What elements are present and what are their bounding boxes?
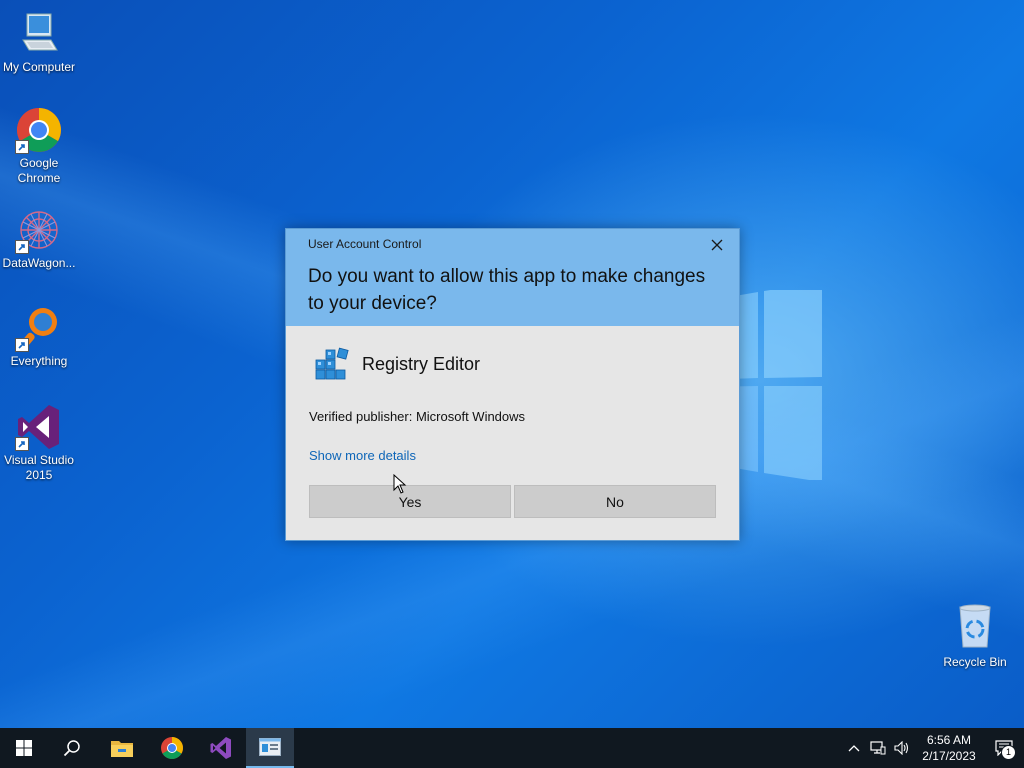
recycle-bin-icon: [951, 603, 999, 651]
no-button[interactable]: No: [514, 485, 716, 518]
uac-question: Do you want to allow this app to make ch…: [308, 266, 706, 314]
network-button[interactable]: [866, 728, 890, 768]
visual-studio-icon: [15, 403, 63, 451]
chrome-icon: [161, 737, 183, 759]
desktop-icon-everything[interactable]: Everything: [0, 304, 78, 369]
desktop-icon-my-computer[interactable]: My Computer: [0, 10, 78, 75]
search-button[interactable]: [48, 728, 96, 768]
desktop-icon-recycle-bin[interactable]: Recycle Bin: [940, 603, 1010, 669]
desktop-icon-label: Visual Studio 2015: [4, 453, 74, 482]
datawagon-icon: [15, 206, 63, 254]
clock-date: 2/17/2023: [922, 749, 976, 763]
everything-search-icon: [15, 304, 63, 352]
desktop-icon-label: My Computer: [2, 60, 76, 74]
shortcut-arrow-icon: [15, 437, 29, 451]
notification-count-badge: 1: [1001, 745, 1016, 760]
desktop-icon-label: DataWagon...: [2, 256, 76, 270]
speaker-icon: [894, 741, 909, 755]
uac-app-icon: [259, 738, 281, 756]
start-button[interactable]: [0, 728, 48, 768]
system-tray: 6:56 AM 2/17/2023 1: [842, 728, 1024, 768]
registry-editor-icon: [315, 347, 349, 380]
network-icon: [870, 741, 886, 755]
desktop-icon-datawagon[interactable]: DataWagon...: [0, 206, 78, 271]
computer-icon: [15, 10, 63, 58]
uac-dialog: User Account Control Do you want to allo…: [285, 228, 740, 541]
search-icon: [63, 740, 80, 757]
taskbar: 6:56 AM 2/17/2023 1: [0, 728, 1024, 768]
clock[interactable]: 6:56 AM 2/17/2023: [914, 732, 984, 764]
close-button[interactable]: [705, 234, 729, 256]
file-explorer-icon: [111, 741, 133, 757]
clock-time: 6:56 AM: [926, 733, 972, 747]
visual-studio-icon: [210, 737, 231, 759]
uac-title: User Account Control: [308, 237, 422, 251]
show-hidden-icons-button[interactable]: [842, 728, 866, 768]
app-info: Registry Editor: [314, 346, 480, 382]
desktop-icon-google-chrome[interactable]: Google Chrome: [0, 106, 78, 186]
uac-header: User Account Control Do you want to allo…: [286, 229, 739, 326]
chrome-icon: [15, 106, 63, 154]
taskbar-chrome[interactable]: [148, 728, 196, 768]
publisher-text: Verified publisher: Microsoft Windows: [309, 409, 526, 424]
shortcut-arrow-icon: [15, 338, 29, 352]
mouse-cursor-icon: [393, 474, 407, 494]
desktop-icon-visual-studio[interactable]: Visual Studio 2015: [0, 403, 78, 483]
shortcut-arrow-icon: [15, 240, 29, 254]
close-icon: [711, 239, 723, 251]
desktop-icon-label: Google Chrome: [17, 156, 61, 185]
show-more-details-link[interactable]: Show more details: [309, 448, 416, 463]
shortcut-arrow-icon: [15, 140, 29, 154]
windows-start-icon: [16, 740, 32, 756]
action-center-button[interactable]: 1: [984, 728, 1024, 768]
taskbar-visual-studio[interactable]: [197, 728, 245, 768]
taskbar-file-explorer[interactable]: [98, 728, 146, 768]
chevron-up-icon: [848, 745, 860, 752]
desktop-icon-label: Recycle Bin: [943, 655, 1007, 669]
app-name: Registry Editor: [362, 353, 481, 374]
volume-button[interactable]: [890, 728, 914, 768]
taskbar-uac-window[interactable]: [246, 728, 294, 768]
desktop-icon-label: Everything: [10, 354, 68, 368]
yes-button[interactable]: Yes: [309, 485, 511, 518]
